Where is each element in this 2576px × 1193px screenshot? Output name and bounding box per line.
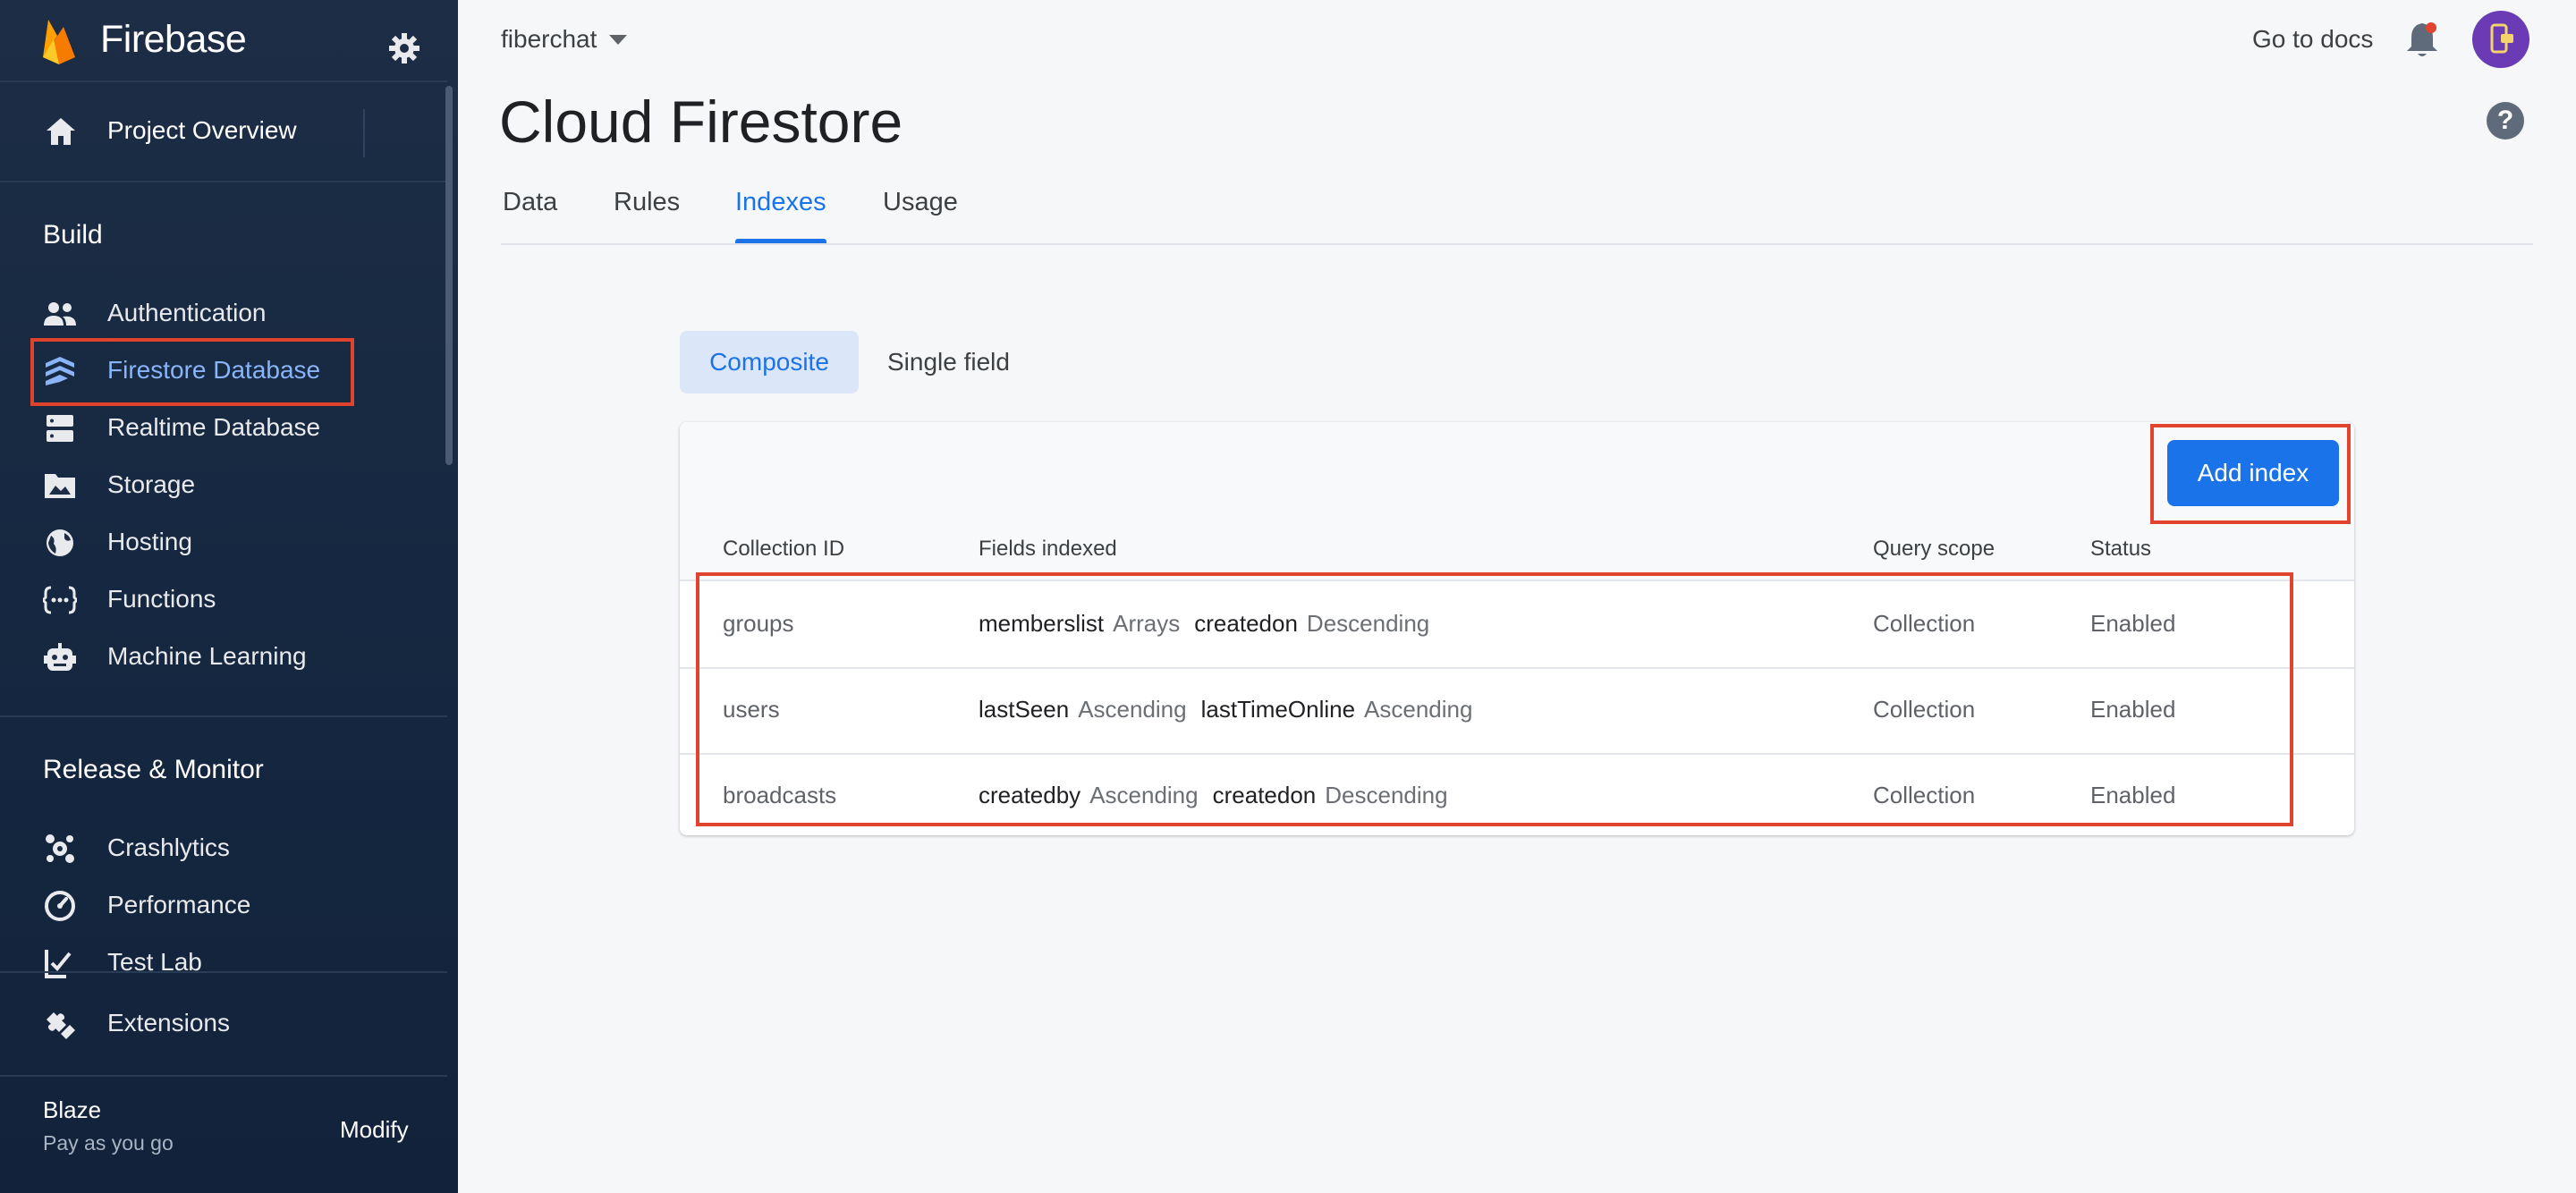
sidebar-item-label: Authentication <box>107 299 267 326</box>
sidebar: Firebase Project Overview Build Authenti… <box>0 0 458 1193</box>
release-monitor-section-title: Release & Monitor <box>43 755 264 784</box>
sidebar-item-storage[interactable]: Storage <box>0 460 447 512</box>
sidebar-item-performance[interactable]: Performance <box>0 880 447 932</box>
help-icon[interactable]: ? <box>2487 102 2524 140</box>
tab-bar: Data Rules Indexes Usage <box>501 188 2533 245</box>
sidebar-item-label: Realtime Database <box>107 413 321 441</box>
speedometer-icon <box>45 891 75 921</box>
plan-name: Blaze <box>43 1096 102 1123</box>
puzzle-icon <box>47 1012 75 1039</box>
avatar-app-icon <box>2490 23 2513 54</box>
chevron-down-icon <box>609 34 628 45</box>
sidebar-divider <box>0 1075 447 1077</box>
functions-icon <box>43 586 77 614</box>
project-overview-item[interactable]: Project Overview <box>0 84 447 181</box>
sidebar-divider <box>0 80 447 82</box>
sidebar-item-hosting[interactable]: Hosting <box>0 517 447 569</box>
index-rows-highlight-box <box>696 572 2293 826</box>
sidebar-scrollbar[interactable] <box>445 86 453 465</box>
tab-indexes[interactable]: Indexes <box>735 188 826 243</box>
database-icon <box>47 415 73 442</box>
tab-rules[interactable]: Rules <box>614 188 680 241</box>
globe-icon <box>47 529 73 556</box>
gear-icon[interactable] <box>386 30 422 66</box>
firestore-highlight-box <box>30 338 354 406</box>
page-title: Cloud Firestore <box>499 89 903 155</box>
single-field-toggle[interactable]: Single field <box>887 331 1010 393</box>
go-to-docs-link[interactable]: Go to docs <box>2252 25 2373 54</box>
home-icon <box>47 118 75 145</box>
sidebar-divider <box>0 181 447 182</box>
people-icon <box>44 302 76 326</box>
sidebar-item-label: Storage <box>107 470 196 498</box>
sidebar-item-label: Crashlytics <box>107 833 230 861</box>
project-selector[interactable]: fiberchat <box>501 25 628 54</box>
firebase-brand[interactable]: Firebase <box>39 13 247 66</box>
composite-toggle[interactable]: Composite <box>680 331 859 393</box>
column-header-collection: Collection ID <box>723 537 845 561</box>
firebase-title: Firebase <box>100 17 247 61</box>
sidebar-item-label: Functions <box>107 585 216 613</box>
billing-plan: Blaze Pay as you go <box>43 1096 174 1155</box>
modify-plan-button[interactable]: Modify <box>340 1116 409 1144</box>
sidebar-item-test-lab[interactable]: Test Lab <box>0 937 447 989</box>
add-index-highlight-box <box>2150 424 2351 524</box>
column-header-status: Status <box>2090 537 2152 561</box>
overview-separator <box>363 109 365 157</box>
sidebar-item-authentication[interactable]: Authentication <box>0 288 447 340</box>
sidebar-divider <box>0 715 447 717</box>
firebase-logo-icon <box>43 20 75 64</box>
sidebar-item-functions[interactable]: Functions <box>0 574 447 626</box>
column-header-fields: Fields indexed <box>979 537 1117 561</box>
sidebar-divider <box>0 971 447 973</box>
tab-data[interactable]: Data <box>503 188 557 241</box>
sidebar-item-label: Performance <box>107 891 251 918</box>
build-section-title: Build <box>43 220 103 250</box>
crashlytics-icon <box>46 834 74 863</box>
plan-description: Pay as you go <box>43 1131 174 1155</box>
indexes-card-header: Add index Collection ID Fields indexed Q… <box>680 422 2354 581</box>
image-folder-icon <box>45 474 75 498</box>
sidebar-item-realtime-database[interactable]: Realtime Database <box>0 402 447 454</box>
sidebar-item-label: Machine Learning <box>107 642 307 670</box>
notification-bell-icon[interactable] <box>2404 20 2440 59</box>
column-header-scope: Query scope <box>1873 537 1996 561</box>
sidebar-item-label: Hosting <box>107 528 192 555</box>
sidebar-item-label: Extensions <box>107 1009 230 1036</box>
tab-usage[interactable]: Usage <box>883 188 958 241</box>
checklist-icon <box>45 950 72 978</box>
project-name: fiberchat <box>501 25 597 53</box>
sidebar-item-crashlytics[interactable]: Crashlytics <box>0 823 447 875</box>
sidebar-item-extensions[interactable]: Extensions <box>0 998 447 1050</box>
robot-icon <box>44 643 76 671</box>
project-overview-label: Project Overview <box>107 116 297 144</box>
avatar[interactable] <box>2472 11 2529 68</box>
sidebar-item-machine-learning[interactable]: Machine Learning <box>0 631 447 683</box>
